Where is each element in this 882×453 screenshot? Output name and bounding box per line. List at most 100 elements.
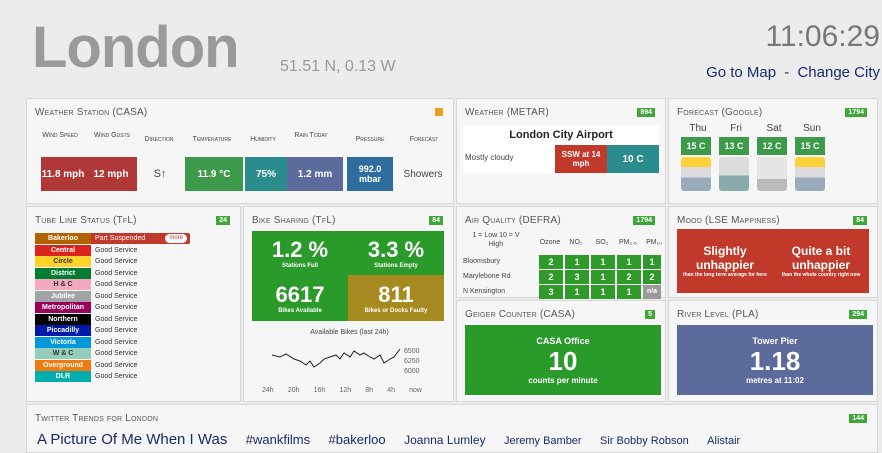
aq-column-header: NO₂ xyxy=(569,239,583,246)
aq-value: 3 xyxy=(539,285,563,299)
tube-line-name: Piccadilly xyxy=(35,325,91,336)
bike-panel: Bike Sharing (TfL) 84 1.2 % Stations Ful… xyxy=(243,206,454,402)
panel-title: Weather Station (CASA) xyxy=(35,107,148,118)
tube-panel: Tube Line Status (TfL) 24 Bakerloo Part S… xyxy=(26,206,241,402)
aq-column-header: SO₂ xyxy=(595,239,609,246)
tube-line-status: Good Service xyxy=(95,269,138,277)
tube-status-list: Bakerloo Part Suspended more Central Good Se… xyxy=(27,233,237,383)
trend-item[interactable]: A Picture Of Me When I Was xyxy=(37,431,227,448)
dashboard: London 51.51 N, 0.13 W 11:06:29 Go to Ma… xyxy=(18,6,882,453)
trend-item[interactable]: #bakerloo xyxy=(329,432,386,447)
tube-line-row: Metropolitan Good Service xyxy=(35,302,190,313)
tube-line-name: Jubilee xyxy=(35,290,91,302)
tube-line-row: Overground Good Service xyxy=(35,359,190,371)
panel-badge[interactable] xyxy=(435,108,443,116)
river-location: Tower Pier xyxy=(752,335,798,346)
mood-country-note: than the whole country right now xyxy=(781,271,861,278)
panel-badge[interactable]: 84 xyxy=(853,216,867,225)
geiger-location: CASA Office xyxy=(536,335,590,346)
stations-full-tile: 1.2 % Stations Full xyxy=(252,231,348,275)
panel-badge[interactable]: 5 xyxy=(645,310,655,319)
tube-line-status: Good Service xyxy=(95,281,138,288)
change-city-link[interactable]: Change City xyxy=(797,64,880,81)
header-humidity: Humidity xyxy=(250,136,276,143)
x-tick: 24h xyxy=(262,387,274,394)
aq-value: 1 xyxy=(617,285,641,299)
tube-line-name: Victoria xyxy=(35,336,91,348)
go-to-map-link[interactable]: Go to Map xyxy=(706,64,776,81)
bikes-available-tile: 6617 Bikes Available xyxy=(252,275,348,321)
day-label: Fri xyxy=(730,123,742,134)
weather-station-panel: Weather Station (CASA) Wind Speed Wind G… xyxy=(26,98,454,204)
trend-item[interactable]: Jeremy Bamber xyxy=(504,435,582,447)
aq-column-header: PM₂.₅ xyxy=(619,239,637,246)
bikes-faulty-label: Bikes or Docks Faulty xyxy=(364,308,428,314)
trend-item[interactable]: #wankfilms xyxy=(246,432,310,447)
tube-line-status: Part Suspended xyxy=(95,235,146,242)
panel-badge[interactable]: 144 xyxy=(849,414,867,423)
tube-line-status: Good Service xyxy=(95,350,138,357)
rain-cloud-icon xyxy=(681,157,711,191)
clock: 11:06:29 xyxy=(765,20,880,53)
tube-line-row: Circle Good Service xyxy=(35,256,190,267)
y-tick: 6500 xyxy=(404,348,420,355)
tube-line-name: District xyxy=(35,267,91,279)
panel-badge[interactable]: 1794 xyxy=(845,108,867,117)
aq-value: 2 xyxy=(617,270,641,284)
river-panel: River Level (PLA) 294 Tower Pier 1.18 me… xyxy=(668,300,878,402)
tube-line-status: Good Service xyxy=(95,327,138,334)
aq-value: 1 xyxy=(591,270,615,284)
aq-value: 3 xyxy=(565,270,589,284)
geiger-tile: CASA Office 10 counts per minute xyxy=(465,325,661,395)
panel-title: Bike Sharing (TfL) xyxy=(252,215,336,226)
metar-panel: Weather (METAR) 894 London City Airport … xyxy=(456,98,666,204)
header: London 51.51 N, 0.13 W 11:06:29 Go to Ma… xyxy=(18,6,882,96)
aq-value: 1 xyxy=(591,255,615,269)
trend-item[interactable]: Alistair xyxy=(707,435,740,447)
panel-badge[interactable]: 894 xyxy=(637,108,655,117)
forecast-panel: Forecast (Google) 1794 Thu 15 C Fri 13 C… xyxy=(668,98,878,204)
tube-line-row: District Good Service xyxy=(35,267,190,279)
x-tick: now xyxy=(409,387,422,394)
tube-line-name: Northern xyxy=(35,313,91,325)
forecast-days: Thu 15 C Fri 13 C Sat 12 C Sun 15 C xyxy=(679,123,879,199)
aq-value: n/a xyxy=(643,285,661,299)
panel-badge[interactable]: 294 xyxy=(849,310,867,319)
stations-full-value: 1.2 % xyxy=(271,237,329,262)
humidity-value: 75% xyxy=(245,157,287,191)
twitter-panel: Twitter Trends for London 144 A Picture … xyxy=(26,404,878,453)
tube-line-status: Good Service xyxy=(95,246,138,254)
tube-line-name: W & C xyxy=(35,348,91,359)
aq-table: Ozone NO₂ SO₂ PM₂.₅ PM₁₀ Bloomsbury 2 1 1 1 1 Maryl… xyxy=(457,207,667,299)
tube-line-row: Piccadilly Good Service xyxy=(35,325,190,336)
tube-line-row: Victoria Good Service xyxy=(35,336,190,348)
aq-site-label: N Kensington xyxy=(463,288,506,295)
stations-empty-tile: 3.3 % Stations Empty xyxy=(348,231,444,275)
panel-title: Twitter Trends for London xyxy=(35,413,159,424)
aq-value: 2 xyxy=(539,270,563,284)
tube-line-name: H & C xyxy=(35,279,91,290)
river-unit: metres at 11:02 xyxy=(746,375,804,385)
panel-title: Tube Line Status (TfL) xyxy=(35,215,137,226)
aq-site-label: Bloomsbury xyxy=(463,258,500,265)
x-tick: 8h xyxy=(365,387,374,394)
day-temp: 15 C xyxy=(795,137,825,155)
bikes-available-label: Bikes Available xyxy=(278,308,322,314)
tube-line-status: Good Service xyxy=(95,304,138,311)
forecast-day: Sun 15 C xyxy=(793,123,831,199)
tube-line-status: Good Service xyxy=(95,361,138,369)
mood-local-note: than the long term average for here xyxy=(683,271,767,278)
tube-line-row: H & C Good Service xyxy=(35,279,190,290)
panel-badge[interactable]: 24 xyxy=(216,216,230,225)
trend-item[interactable]: Sir Bobby Robson xyxy=(600,435,689,447)
panel-badge[interactable]: 84 xyxy=(429,216,443,225)
trend-item[interactable]: Joanna Lumley xyxy=(404,433,485,447)
x-tick: 4h xyxy=(387,387,395,394)
more-button[interactable]: more xyxy=(165,234,187,243)
day-temp: 15 C xyxy=(681,137,711,155)
mood-country-value: Quite a bit unhappier xyxy=(791,243,851,272)
bikes-available-value: 6617 xyxy=(275,282,325,307)
x-axis-ticks: 24h 20h 16h 12h 8h 4h now xyxy=(262,387,422,394)
header-temperature: Temperature xyxy=(192,136,232,143)
geiger-unit: counts per minute xyxy=(528,375,598,385)
